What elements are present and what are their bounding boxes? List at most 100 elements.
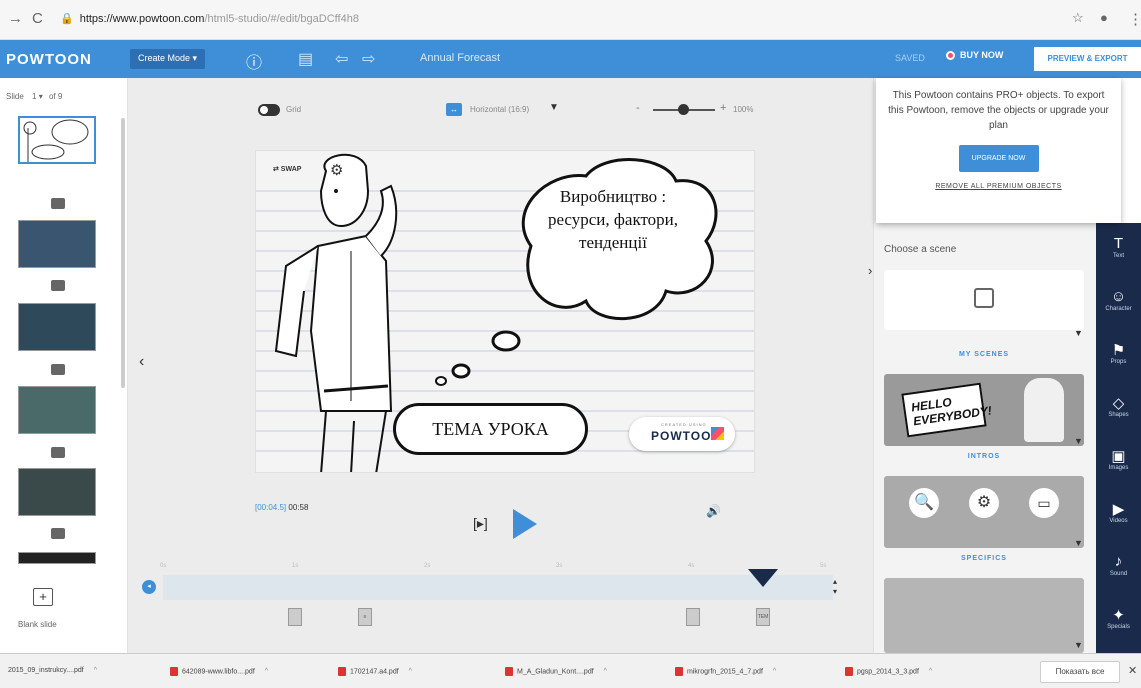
- zoom-slider-handle[interactable]: [678, 104, 689, 115]
- tool-character[interactable]: ☺ Character: [1096, 288, 1141, 312]
- timeline-playhead[interactable]: [748, 569, 778, 587]
- slide-thumb-3[interactable]: [18, 303, 96, 351]
- orientation-label[interactable]: Horizontal (16:9): [470, 105, 529, 114]
- caret-up-icon[interactable]: ^: [409, 668, 412, 675]
- back-arrow-icon[interactable]: →: [8, 10, 23, 27]
- caret-down-icon[interactable]: ▼: [1074, 328, 1083, 338]
- caret-up-icon[interactable]: ^: [929, 668, 932, 675]
- timeline-object[interactable]: TEM: [756, 608, 770, 626]
- specifics-label[interactable]: SPECIFICS: [884, 555, 1084, 562]
- slide-thumb-1[interactable]: [18, 116, 96, 164]
- timeline-object[interactable]: [686, 608, 700, 626]
- caret-down-icon[interactable]: ▼: [1074, 436, 1083, 446]
- expand-panel-arrow-icon[interactable]: ›: [868, 263, 872, 278]
- grid-toggle[interactable]: [258, 104, 280, 116]
- caret-down-icon[interactable]: ▼: [1074, 640, 1083, 650]
- slide-canvas[interactable]: ⇄ SWAP ⚙ Виробництво : ресурси, фактори,…: [255, 150, 755, 473]
- address-bar[interactable]: 🔒 https://www.powtoon.com/html5-studio/#/…: [60, 8, 1060, 30]
- download-item[interactable]: 2015_09_instrukcy....pdf ^: [8, 667, 97, 674]
- preview-export-button[interactable]: PREVIEW & EXPORT: [1034, 47, 1141, 71]
- scene-card-specifics[interactable]: 🔍 ⚙ ▭: [884, 476, 1084, 548]
- slide-thumb-4[interactable]: [18, 386, 96, 434]
- settings-gear-icon[interactable]: ⚙: [330, 161, 343, 179]
- prev-slide-arrow-icon[interactable]: ‹: [139, 353, 144, 371]
- swap-button[interactable]: ⇄ SWAP: [273, 165, 301, 173]
- orientation-caret-icon[interactable]: ▼: [549, 102, 559, 113]
- tool-images[interactable]: ▣ Images: [1096, 447, 1141, 471]
- caret-up-icon[interactable]: ^: [94, 667, 97, 674]
- timeline-object[interactable]: [288, 608, 302, 626]
- play-icon[interactable]: [513, 509, 537, 539]
- slide-select[interactable]: 1 ▾: [32, 92, 43, 101]
- reload-icon[interactable]: C: [32, 10, 43, 27]
- create-mode-button[interactable]: Create Mode ▾: [130, 49, 206, 69]
- slides-scrollbar[interactable]: [121, 118, 125, 388]
- help-icon[interactable]: ⓘ: [246, 49, 262, 73]
- orientation-icon[interactable]: ↔: [446, 103, 462, 116]
- menu-icon[interactable]: ⋮: [1128, 10, 1141, 28]
- powtoon-logo[interactable]: POWTOON: [6, 51, 92, 68]
- avatar-icon[interactable]: ●: [1100, 10, 1108, 25]
- scene-card-intros[interactable]: HELLO EVERYBODY!: [884, 374, 1084, 446]
- tool-videos[interactable]: ▶ Videos: [1096, 500, 1141, 524]
- remove-premium-link[interactable]: REMOVE ALL PREMIUM OBJECTS: [886, 183, 1111, 190]
- timecode: [00:04.5] 00:58: [255, 503, 308, 512]
- watermark-caption: CREATED USING: [661, 422, 707, 427]
- transition-icon[interactable]: [51, 280, 65, 291]
- scene-card-next[interactable]: [884, 578, 1084, 653]
- download-item[interactable]: pgsp_2014_3_3.pdf ^: [845, 667, 932, 676]
- notes-icon[interactable]: ▤: [298, 49, 313, 69]
- download-item[interactable]: mikrogrfn_2015_4_7.pdf ^: [675, 667, 776, 676]
- blank-slide-label[interactable]: Blank slide: [18, 620, 57, 629]
- transition-icon[interactable]: [51, 447, 65, 458]
- caret-up-icon[interactable]: ^: [604, 668, 607, 675]
- star-icon[interactable]: ☆: [1072, 10, 1084, 26]
- slide-counter[interactable]: Slide 1 ▾ of 9: [6, 92, 62, 101]
- topic-label[interactable]: ТЕМА УРОКА: [393, 403, 588, 455]
- app-header: POWTOON Create Mode ▾ ⓘ ▤ ⇦ ⇨ Annual For…: [0, 40, 1141, 78]
- buy-now-button[interactable]: BUY NOW: [946, 50, 1003, 61]
- timeline-object[interactable]: ≡: [358, 608, 372, 626]
- url-path: /html5-studio/#/edit/bgaDCff4h8: [204, 13, 359, 25]
- close-icon[interactable]: ✕: [1128, 664, 1137, 677]
- upgrade-now-button[interactable]: UPGRADE NOW: [958, 145, 1039, 172]
- intros-label[interactable]: INTROS: [884, 453, 1084, 460]
- zoom-in-icon[interactable]: +: [720, 102, 726, 114]
- url-host: https://www.powtoon.com: [79, 13, 205, 25]
- timeline-track[interactable]: [163, 575, 833, 600]
- transition-icon[interactable]: [51, 528, 65, 539]
- tool-props[interactable]: ⚑ Props: [1096, 341, 1141, 365]
- tool-shapes[interactable]: ◇ Shapes: [1096, 394, 1141, 418]
- undo-icon[interactable]: ⇦: [335, 49, 348, 69]
- tool-text[interactable]: T Text: [1096, 235, 1141, 259]
- transition-icon[interactable]: [51, 364, 65, 375]
- download-item[interactable]: 642089-www.libfo....pdf ^: [170, 667, 268, 676]
- tool-label: Sound: [1109, 571, 1128, 577]
- my-scenes-label[interactable]: MY SCENES: [884, 351, 1084, 358]
- caret-up-icon[interactable]: ^: [265, 668, 268, 675]
- tool-sound[interactable]: ♪ Sound: [1096, 553, 1141, 577]
- slide-thumb-5[interactable]: [18, 468, 96, 516]
- tool-specials[interactable]: ✦ Specials: [1096, 606, 1141, 630]
- zoom-out-icon[interactable]: -: [636, 102, 640, 114]
- download-item[interactable]: M_A_Gladun_Kont....pdf ^: [505, 667, 607, 676]
- download-item[interactable]: 1702147.a4.pdf ^: [338, 667, 412, 676]
- slides-panel: Slide 1 ▾ of 9 + Blank slide: [0, 78, 128, 653]
- add-slide-icon[interactable]: +: [33, 588, 53, 606]
- slide-thumb-2[interactable]: [18, 220, 96, 268]
- volume-icon[interactable]: 🔊: [706, 504, 721, 518]
- timeline-end-handle[interactable]: ▴ ▾: [833, 577, 841, 597]
- slide-thumb-6[interactable]: [18, 552, 96, 564]
- caret-down-icon[interactable]: ▼: [1074, 538, 1083, 548]
- caret-up-icon[interactable]: ^: [773, 668, 776, 675]
- show-all-button[interactable]: Показать все: [1040, 661, 1120, 683]
- choose-scene-label: Choose a scene: [884, 244, 957, 255]
- project-title[interactable]: Annual Forecast: [420, 52, 500, 64]
- redo-icon[interactable]: ⇨: [362, 49, 375, 69]
- tools-sidebar: T Text ☺ Character ⚑ Props ◇ Shapes ▣ Images ▶ Vide…: [1096, 223, 1141, 653]
- thought-bubble-text[interactable]: Виробництво : ресурси, фактори, тенденці…: [535, 185, 691, 254]
- scene-card-my-scenes[interactable]: [884, 270, 1084, 330]
- play-frame-button[interactable]: [▸]: [473, 515, 488, 532]
- transition-icon[interactable]: [51, 198, 65, 209]
- timeline-start-handle[interactable]: ◂: [142, 580, 156, 594]
